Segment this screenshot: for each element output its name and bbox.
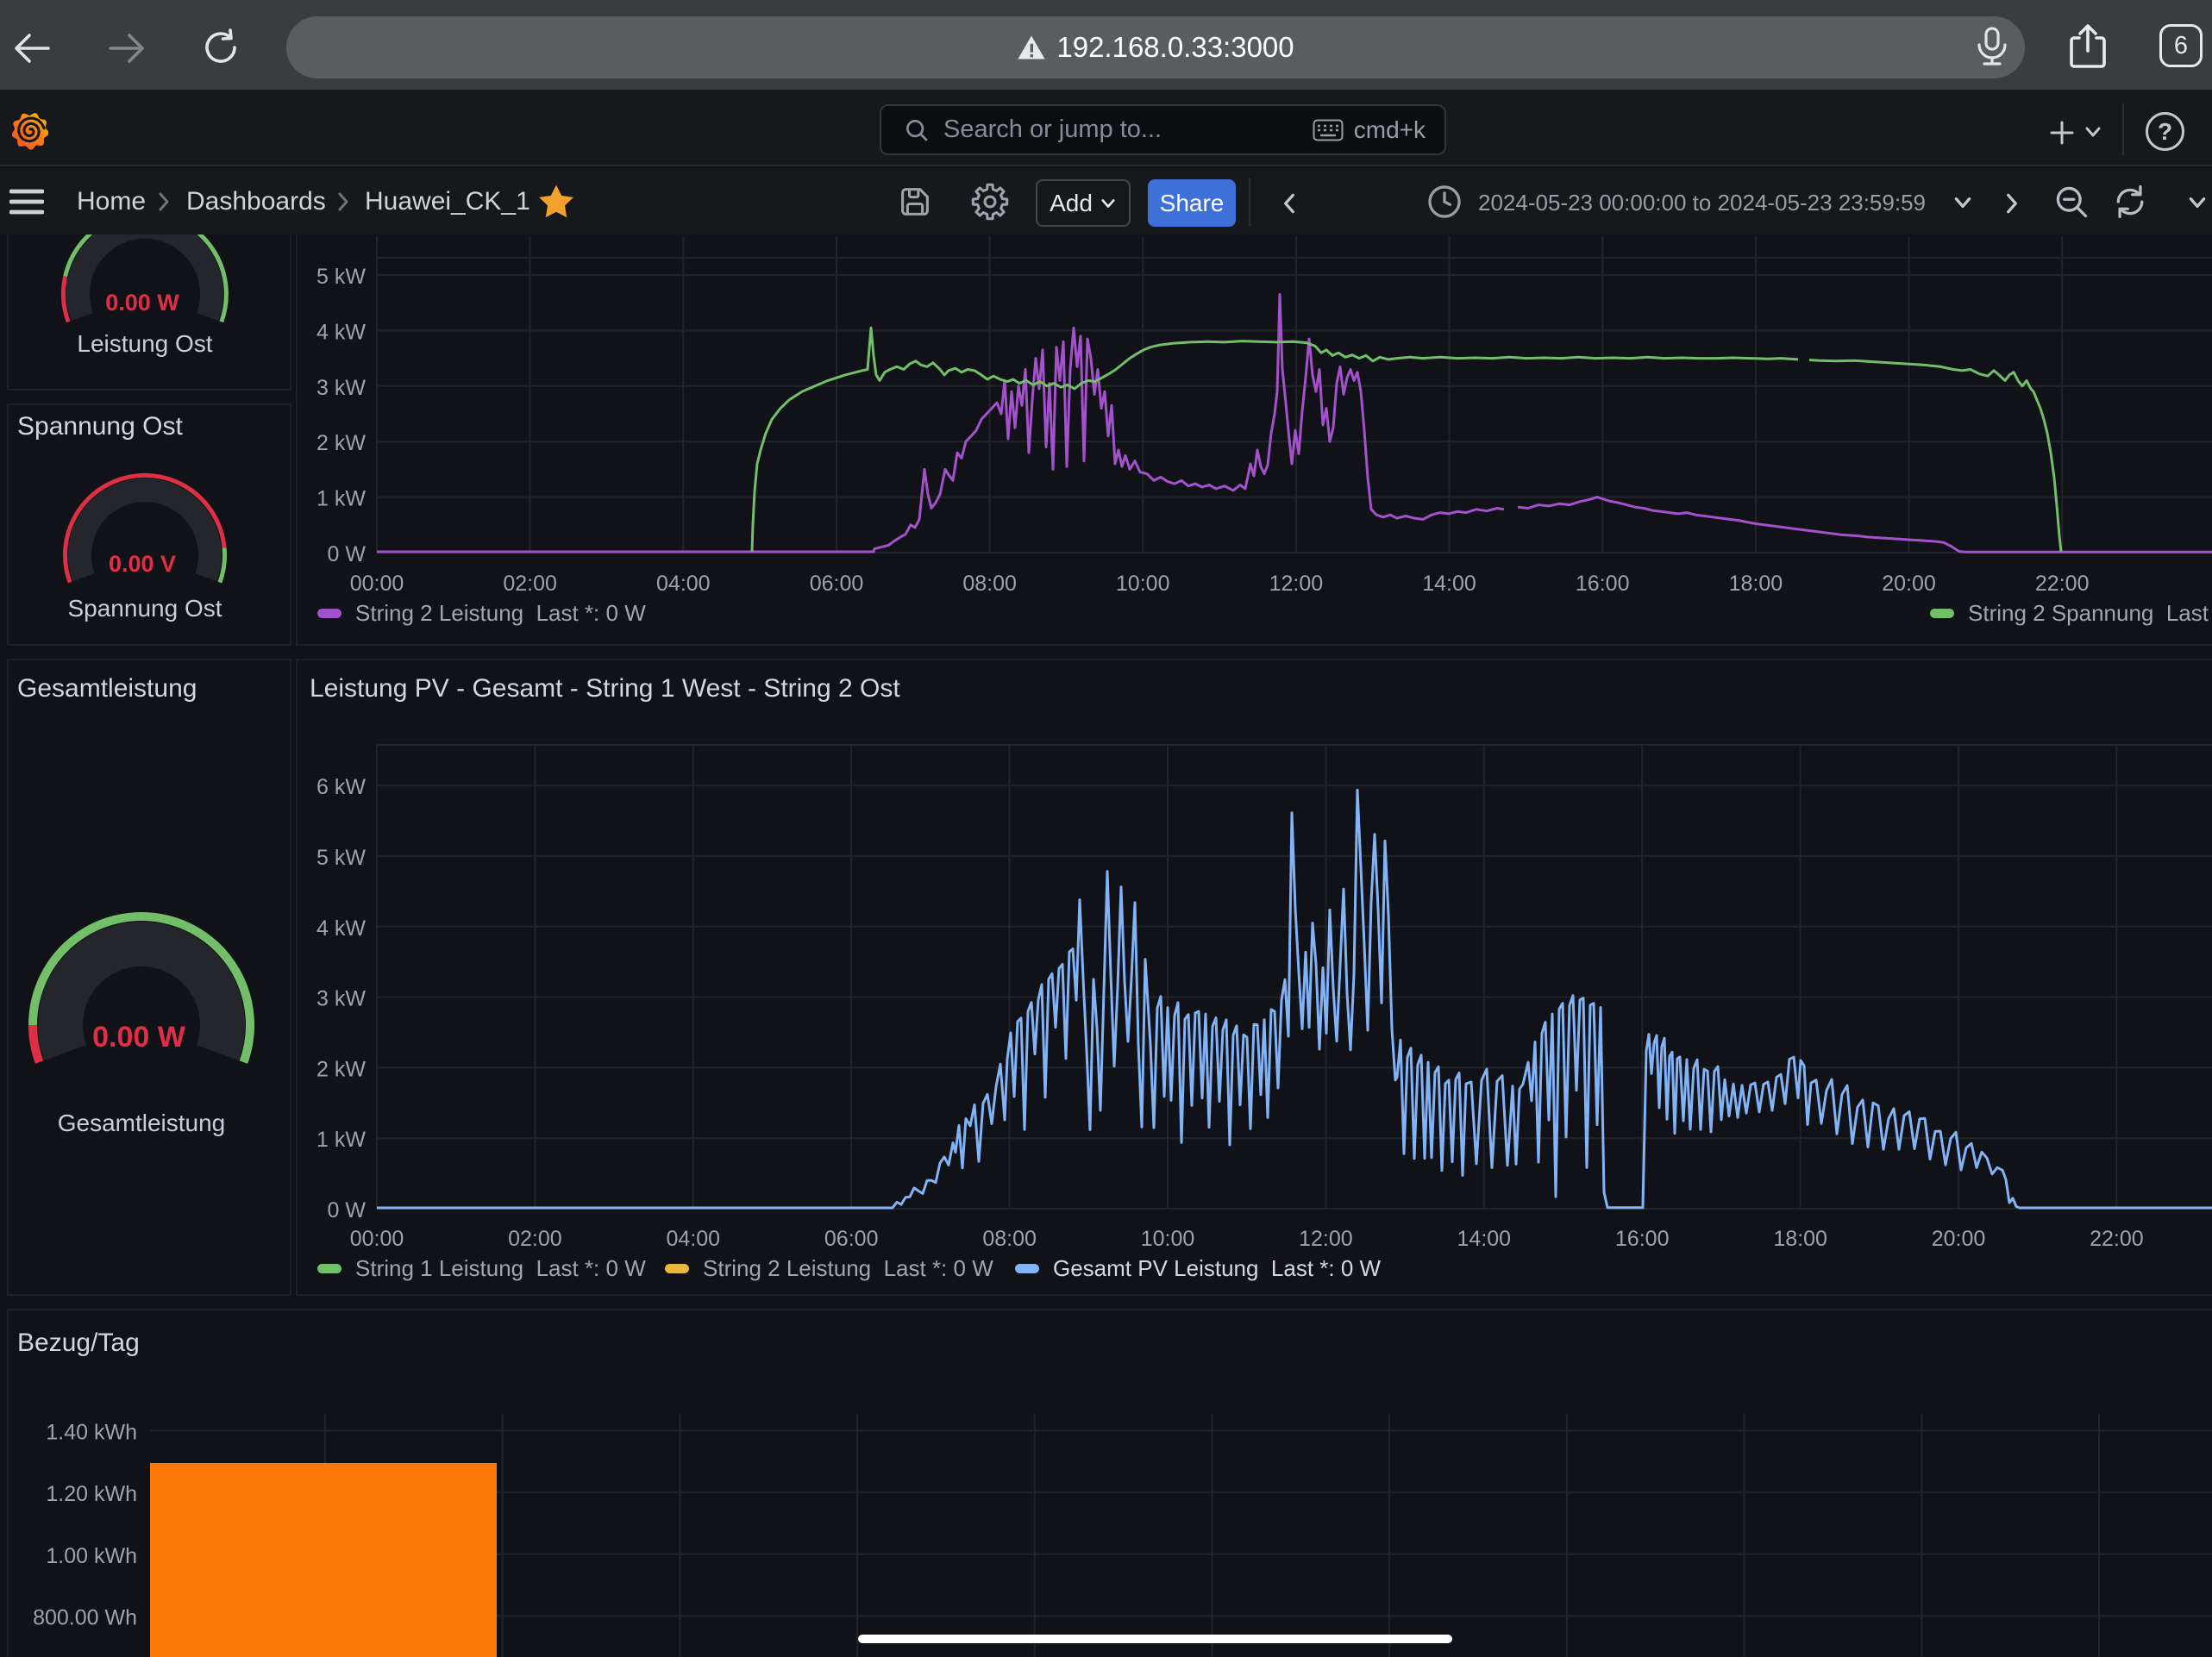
svg-text:2 kW: 2 kW	[316, 1057, 366, 1081]
svg-text:2 kW: 2 kW	[316, 431, 366, 455]
svg-text:4 kW: 4 kW	[316, 916, 366, 941]
svg-text:00:00: 00:00	[350, 572, 404, 596]
svg-text:Gesamtleistung: Gesamtleistung	[58, 1110, 226, 1136]
svg-text:5 kW: 5 kW	[316, 265, 366, 289]
svg-text:800.00 Wh: 800.00 Wh	[33, 1606, 137, 1630]
svg-text:String 2 Leistung Last *: 0 W: String 2 Leistung Last *: 0 W	[703, 1255, 993, 1281]
svg-text:Spannung Ost: Spannung Ost	[17, 412, 183, 441]
svg-text:3 kW: 3 kW	[316, 987, 366, 1011]
svg-text:20:00: 20:00	[1882, 572, 1936, 596]
svg-text:02:00: 02:00	[503, 572, 557, 596]
svg-text:12:00: 12:00	[1299, 1227, 1353, 1251]
svg-text:0.00 W: 0.00 W	[92, 1021, 186, 1054]
svg-text:10:00: 10:00	[1141, 1227, 1195, 1251]
svg-text:18:00: 18:00	[1773, 1227, 1827, 1251]
svg-text:00:00: 00:00	[350, 1227, 404, 1251]
svg-text:04:00: 04:00	[667, 1227, 721, 1251]
svg-text:3 kW: 3 kW	[316, 376, 366, 400]
svg-text:14:00: 14:00	[1422, 572, 1476, 596]
svg-text:0.00 W: 0.00 W	[105, 290, 179, 316]
svg-text:6 kW: 6 kW	[316, 775, 366, 799]
svg-text:Bezug/Tag: Bezug/Tag	[17, 1329, 140, 1357]
svg-text:16:00: 16:00	[1615, 1227, 1670, 1251]
svg-text:08:00: 08:00	[962, 572, 1017, 596]
svg-text:04:00: 04:00	[656, 572, 711, 596]
svg-text:16:00: 16:00	[1576, 572, 1630, 596]
svg-text:02:00: 02:00	[508, 1227, 562, 1251]
svg-text:String 1 Leistung Last *: 0 W: String 1 Leistung Last *: 0 W	[355, 1255, 646, 1281]
svg-text:1.00 kWh: 1.00 kWh	[46, 1544, 137, 1568]
svg-text:Gesamt PV Leistung Last *: 0: Gesamt PV Leistung Last *: 0 W	[1053, 1255, 1382, 1281]
svg-text:4 kW: 4 kW	[316, 320, 366, 344]
svg-text:Leistung PV - Gesamt - String: Leistung PV - Gesamt - String 1 West - S…	[310, 674, 900, 703]
svg-text:0.00 V: 0.00 V	[109, 551, 176, 577]
svg-text:0 W: 0 W	[328, 1198, 367, 1222]
svg-text:18:00: 18:00	[1729, 572, 1783, 596]
svg-text:22:00: 22:00	[2035, 572, 2090, 596]
svg-text:06:00: 06:00	[810, 572, 864, 596]
svg-text:Spannung Ost: Spannung Ost	[67, 595, 222, 622]
svg-text:08:00: 08:00	[982, 1227, 1037, 1251]
svg-text:22:00: 22:00	[2090, 1227, 2144, 1251]
svg-text:1 kW: 1 kW	[316, 1128, 366, 1152]
svg-text:Gesamtleistung: Gesamtleistung	[17, 674, 197, 703]
svg-text:1.20 kWh: 1.20 kWh	[46, 1482, 137, 1506]
svg-text:06:00: 06:00	[824, 1227, 879, 1251]
svg-text:10:00: 10:00	[1116, 572, 1170, 596]
svg-text:0 W: 0 W	[328, 542, 367, 566]
svg-text:5 kW: 5 kW	[316, 846, 366, 870]
svg-text:14:00: 14:00	[1457, 1227, 1512, 1251]
svg-text:1 kW: 1 kW	[316, 487, 366, 511]
svg-text:20:00: 20:00	[1932, 1227, 1986, 1251]
svg-text:String 2 Spannung Last *: 0 W: String 2 Spannung Last *: 0 W	[1968, 600, 2212, 626]
svg-text:String 2 Leistung Last *: 0 W: String 2 Leistung Last *: 0 W	[355, 600, 646, 626]
svg-text:Leistung Ost: Leistung Ost	[77, 330, 212, 357]
svg-text:1.40 kWh: 1.40 kWh	[46, 1420, 137, 1444]
svg-text:12:00: 12:00	[1269, 572, 1324, 596]
